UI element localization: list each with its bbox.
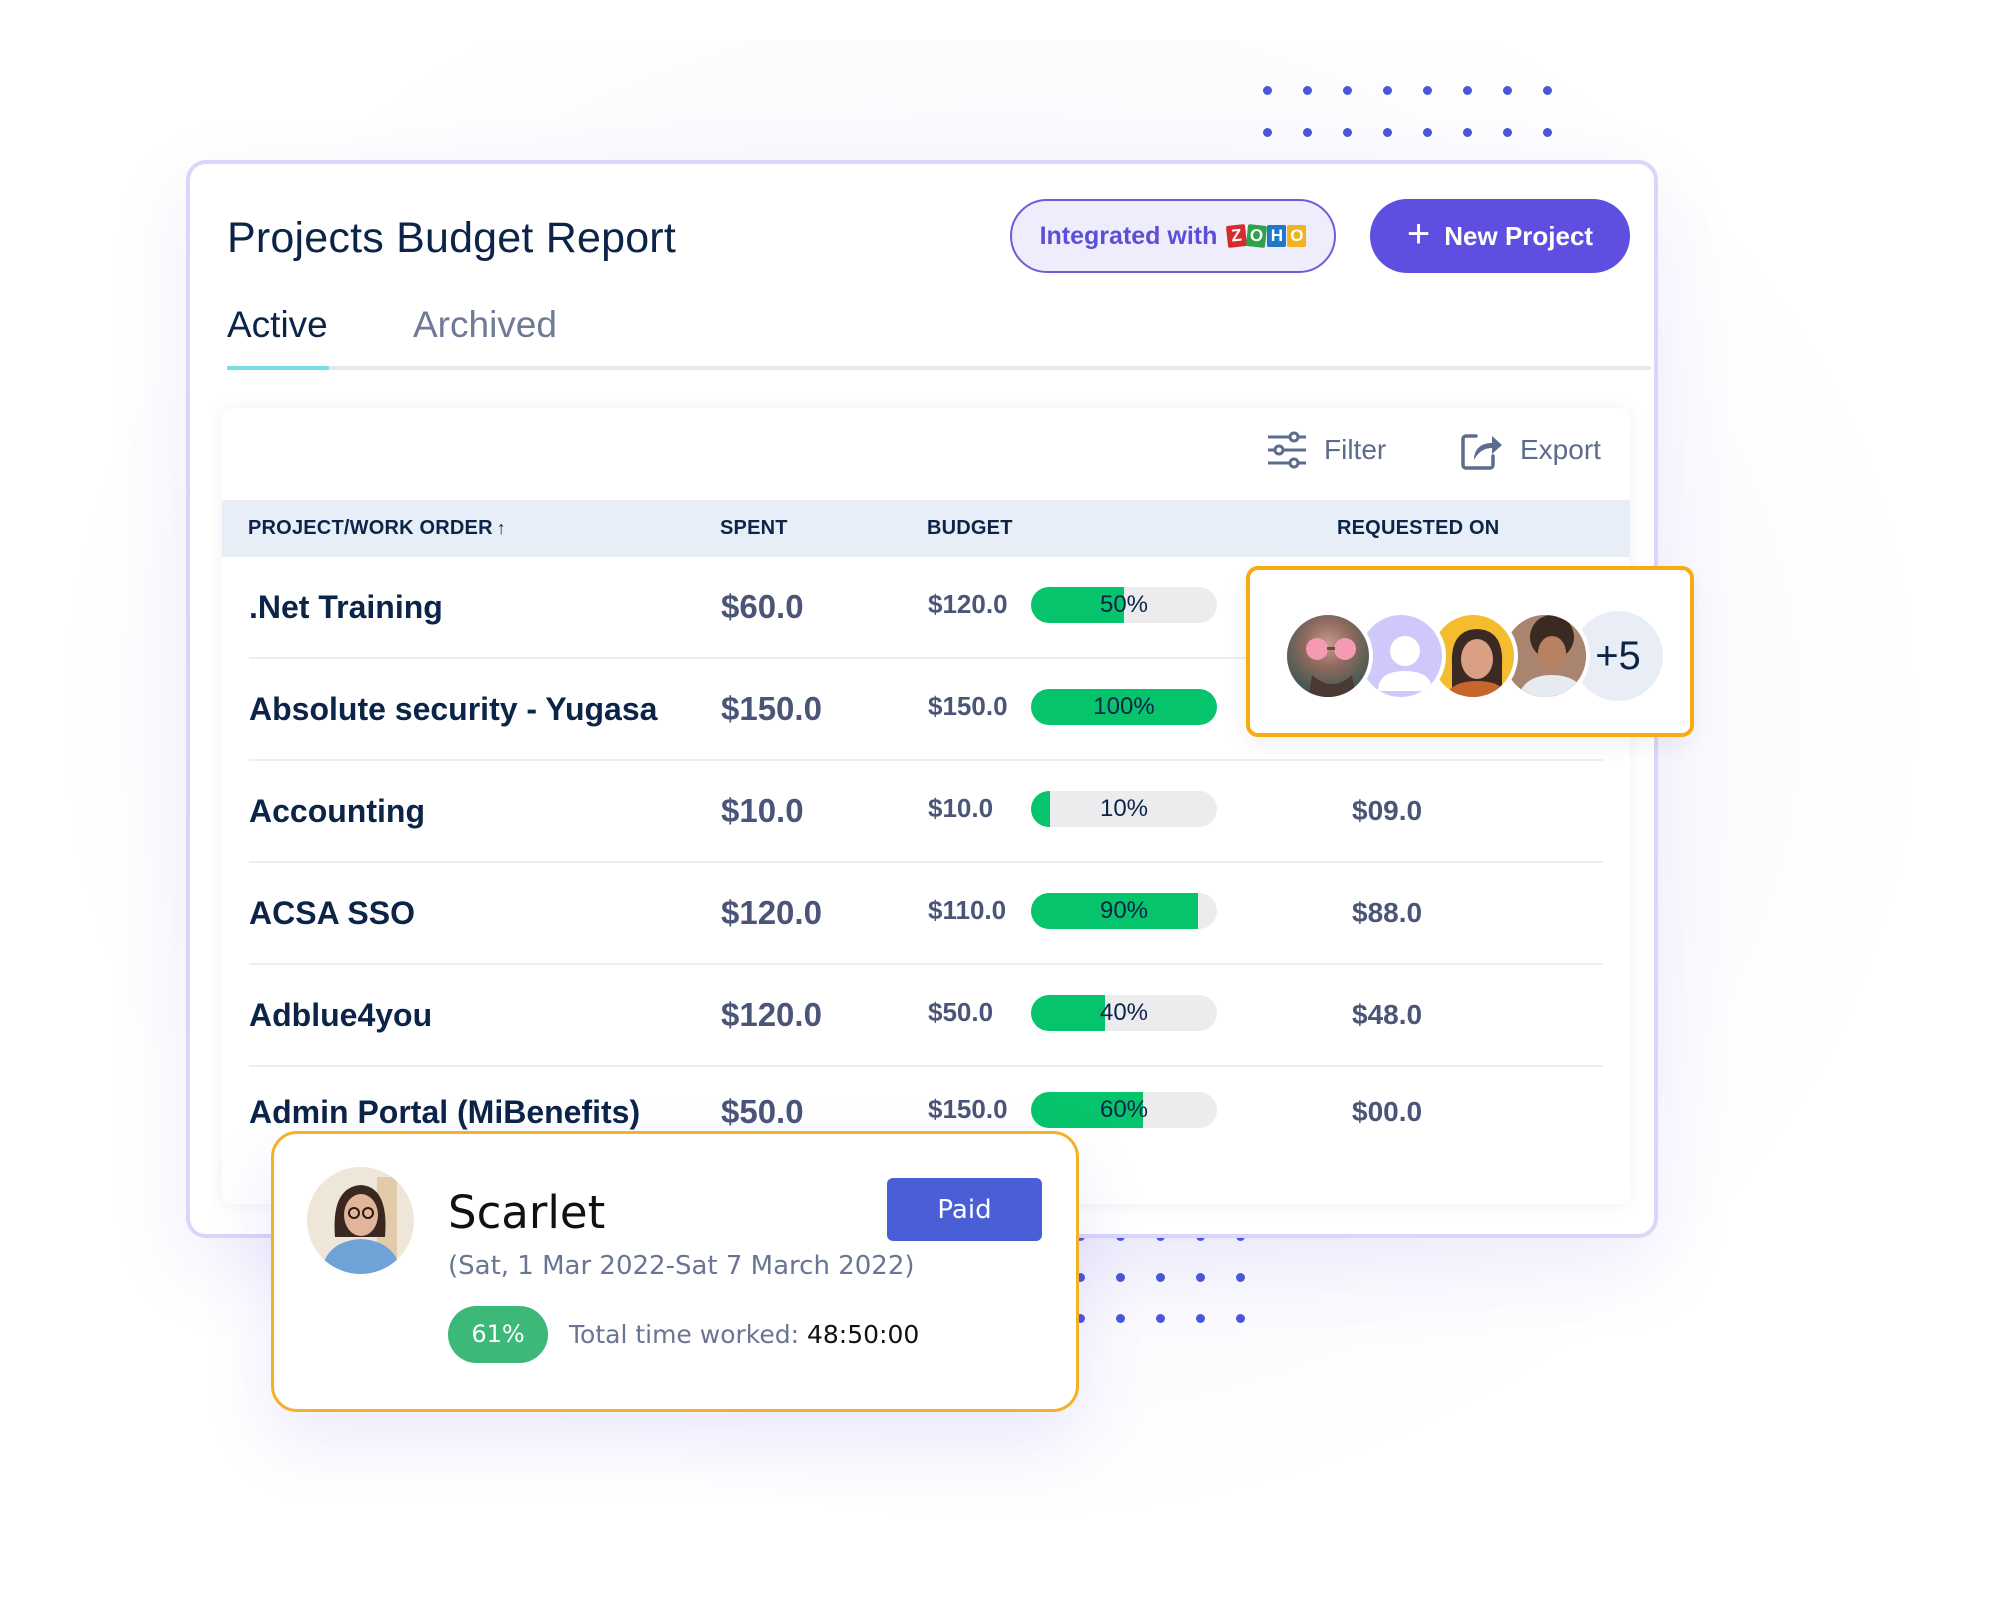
column-header-project[interactable]: PROJECT/WORK ORDER ↑ <box>248 500 506 557</box>
requested-amount: $09.0 <box>1352 795 1423 826</box>
new-project-button[interactable]: + New Project <box>1370 199 1630 273</box>
sort-ascending-icon[interactable]: ↑ <box>497 518 506 538</box>
budget-progress-label: 40% <box>1099 999 1149 1026</box>
woman-glasses-portrait-icon <box>307 1167 414 1274</box>
active-tab-indicator <box>227 366 329 370</box>
zoho-logo-icon: ZOHO <box>1226 224 1307 248</box>
budget-progress-bar: 50% <box>1031 587 1217 623</box>
project-name[interactable]: Absolute security - Yugasa <box>249 659 657 759</box>
budget-progress-bar: 10% <box>1031 791 1217 827</box>
integrated-with-zoho-badge[interactable]: Integrated with ZOHO <box>1010 199 1336 273</box>
spent-amount: $120.0 <box>721 894 822 931</box>
timesheet-date-range: (Sat, 1 Mar 2022-Sat 7 March 2022) <box>448 1251 915 1281</box>
tab-active[interactable]: Active <box>227 304 328 346</box>
team-members-popup: +5 <box>1246 566 1694 737</box>
budget-amount: $150.0 <box>928 691 1008 721</box>
filter-button[interactable]: Filter <box>1266 430 1386 470</box>
filter-sliders-icon <box>1268 431 1306 469</box>
budget-progress-label: 50% <box>1099 591 1149 618</box>
requested-amount: $48.0 <box>1352 999 1423 1030</box>
column-header-requested-on[interactable]: REQUESTED ON <box>1337 500 1499 557</box>
tab-archived[interactable]: Archived <box>413 304 557 346</box>
sunglasses-person-icon <box>1306 638 1356 697</box>
project-name[interactable]: .Net Training <box>249 557 443 657</box>
plus-icon: + <box>1406 212 1431 256</box>
project-name[interactable]: Adblue4you <box>249 965 432 1065</box>
filter-label: Filter <box>1324 434 1387 465</box>
budget-amount: $50.0 <box>928 997 994 1027</box>
scarlet-avatar <box>307 1167 414 1274</box>
column-header-spent[interactable]: SPENT <box>720 500 788 557</box>
table-row[interactable]: Adblue4you $120.0 $50.0 40% $48.0 <box>249 965 1603 1067</box>
paid-status-button[interactable]: Paid <box>887 1178 1042 1241</box>
table-row[interactable]: ACSA SSO $120.0 $110.0 90% $88.0 <box>249 863 1603 965</box>
tab-bar: Active Archived <box>227 304 1651 370</box>
new-project-label: New Project <box>1444 220 1594 251</box>
project-name[interactable]: Accounting <box>249 761 425 861</box>
requested-amount: $00.0 <box>1352 1096 1423 1127</box>
decorative-dot-grid-bottom <box>1076 1232 1245 1323</box>
table-row[interactable]: Accounting $10.0 $10.0 10% $09.0 <box>249 761 1603 863</box>
team-avatar-1[interactable] <box>1283 611 1373 701</box>
total-time-worked: Total time worked: 48:50:00 <box>569 1320 919 1349</box>
total-time-label: Total time worked: <box>569 1320 800 1349</box>
completion-percent-badge: 61% <box>448 1306 548 1363</box>
budget-progress-bar: 60% <box>1031 1092 1217 1128</box>
budget-progress-bar: 40% <box>1031 995 1217 1031</box>
budget-progress-label: 100% <box>1093 693 1155 720</box>
export-share-icon <box>1461 434 1502 470</box>
total-time-value: 48:50:00 <box>807 1320 920 1349</box>
export-button[interactable]: Export <box>1460 430 1601 470</box>
spent-amount: $150.0 <box>721 690 822 727</box>
column-header-budget[interactable]: BUDGET <box>927 500 1013 557</box>
integration-label: Integrated with <box>1039 221 1218 250</box>
projects-table-panel: Filter Export PROJECT/WORK ORDER ↑ SPENT … <box>222 408 1630 1204</box>
table-header: PROJECT/WORK ORDER ↑ SPENT BUDGET REQUEST… <box>222 500 1630 557</box>
budget-amount: $10.0 <box>928 793 994 823</box>
budget-progress-bar: 100% <box>1031 689 1217 725</box>
budget-progress-label: 10% <box>1099 795 1149 822</box>
budget-amount: $110.0 <box>928 895 1007 925</box>
spent-amount: $60.0 <box>721 588 804 625</box>
decorative-dot-grid-top <box>1263 86 1552 137</box>
budget-progress-label: 60% <box>1099 1096 1149 1123</box>
spent-amount: $120.0 <box>721 996 822 1033</box>
page-title: Projects Budget Report <box>227 214 676 262</box>
budget-progress-label: 90% <box>1099 897 1149 924</box>
export-label: Export <box>1520 434 1601 465</box>
employee-name: Scarlet <box>448 1186 606 1239</box>
timesheet-popup: Scarlet (Sat, 1 Mar 2022-Sat 7 March 202… <box>271 1131 1079 1412</box>
project-name[interactable]: ACSA SSO <box>249 863 415 963</box>
spent-amount: $10.0 <box>721 792 804 829</box>
budget-progress-bar: 90% <box>1031 893 1217 929</box>
budget-amount: $120.0 <box>928 589 1008 619</box>
requested-amount: $88.0 <box>1352 897 1423 928</box>
